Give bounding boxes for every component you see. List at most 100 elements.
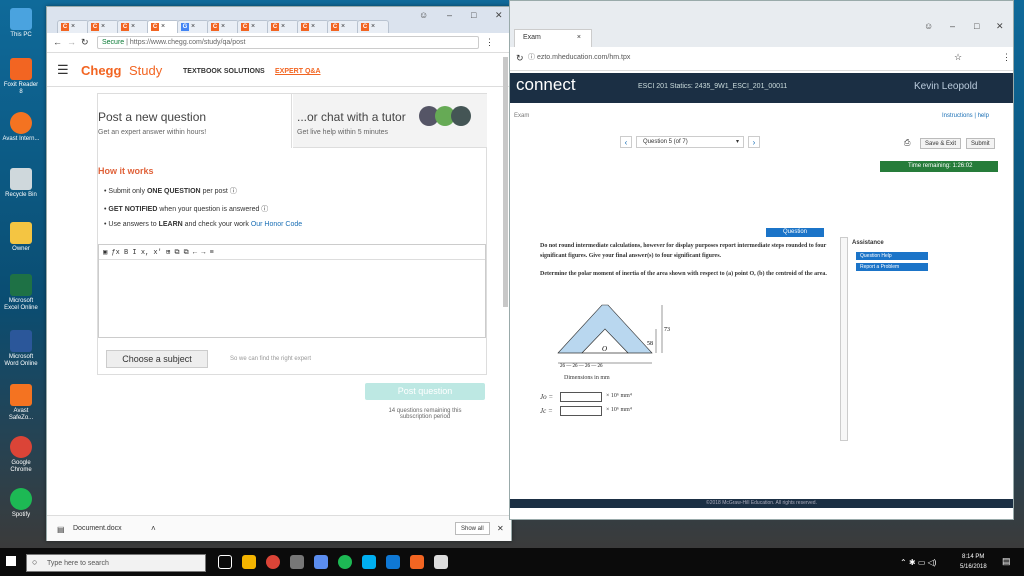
photos-icon[interactable] xyxy=(434,555,448,569)
browser-tab[interactable]: C × xyxy=(327,20,359,33)
post-subtitle: Get an expert answer within hours! xyxy=(98,129,207,136)
profile-icon[interactable]: ☺ xyxy=(924,21,933,31)
browser-tab[interactable]: C × xyxy=(207,20,239,33)
prev-question-button[interactable]: ‹ xyxy=(620,136,632,148)
skype-icon[interactable] xyxy=(362,555,376,569)
document-icon: ▤ xyxy=(57,525,65,534)
spotify-taskbar-icon[interactable] xyxy=(338,555,352,569)
assistance-title: Assistance xyxy=(852,240,884,246)
browser-tab[interactable]: C × xyxy=(237,20,269,33)
post-question-button[interactable]: Post question xyxy=(365,383,485,400)
chat-subtitle: Get live help within 5 minutes xyxy=(297,129,389,136)
user-name[interactable]: Kevin Leopold xyxy=(914,81,977,92)
notification-icon[interactable]: ▤ xyxy=(1002,556,1011,567)
chrome-taskbar-icon[interactable] xyxy=(266,555,280,569)
jo-input[interactable] xyxy=(560,392,602,402)
save-exit-button[interactable]: Save & Exit xyxy=(920,138,962,149)
print-icon[interactable]: ⎙ xyxy=(904,138,910,148)
show-all-button[interactable]: Show all xyxy=(455,522,490,535)
foxit-reader-icon[interactable]: Foxit Reader 8 xyxy=(2,58,40,96)
instructions-help-links[interactable]: Instructions | help xyxy=(942,113,989,119)
jc-label: Jc = xyxy=(540,407,553,415)
close-icon[interactable]: ✕ xyxy=(495,10,503,21)
maximize-icon[interactable]: □ xyxy=(471,10,476,20)
browser-tab[interactable]: C × xyxy=(117,20,149,33)
clock-time[interactable]: 8:14 PM xyxy=(962,554,984,560)
search-icon: ○ xyxy=(32,557,38,567)
foxit-taskbar-icon[interactable] xyxy=(410,555,424,569)
scrollbar[interactable] xyxy=(503,57,508,307)
post-question-tab[interactable]: Post a new question Get an expert answer… xyxy=(98,94,292,148)
chegg-header: ☰ Chegg Study TEXTBOOK SOLUTIONS EXPERT … xyxy=(47,53,511,87)
excel-icon[interactable]: Microsoft Excel Online xyxy=(2,274,40,312)
dim-73: 73 xyxy=(664,327,670,333)
scrollbar[interactable] xyxy=(840,237,848,441)
app-icon[interactable] xyxy=(314,555,328,569)
choose-subject-button[interactable]: Choose a subject xyxy=(106,350,208,368)
taskbar-search[interactable]: Type here to search xyxy=(26,554,206,572)
report-problem-button[interactable]: Report a Problem xyxy=(856,263,928,271)
owner-icon[interactable]: Owner xyxy=(2,222,40,253)
spotify-icon[interactable]: Spotify xyxy=(2,488,40,519)
forward-icon[interactable]: → xyxy=(67,37,76,47)
how-item-2: • GET NOTIFIED when your question is ans… xyxy=(104,206,269,213)
star-icon[interactable]: ☆ xyxy=(954,52,962,63)
system-tray-icons[interactable]: ⌃ ✱ ▭ ◁) xyxy=(900,558,936,567)
profile-icon[interactable]: ☺ xyxy=(419,10,428,20)
browser-tab-active[interactable]: C × xyxy=(147,20,179,33)
chrome-icon[interactable]: Google Chrome xyxy=(2,436,40,474)
copyright-footer: ©2018 McGraw-Hill Education. All rights … xyxy=(510,499,1013,508)
maximize-icon[interactable]: □ xyxy=(974,21,979,31)
hamburger-icon[interactable]: ☰ xyxy=(57,62,69,78)
file-explorer-icon[interactable] xyxy=(242,555,256,569)
nav-textbook-solutions[interactable]: TEXTBOOK SOLUTIONS xyxy=(183,68,265,75)
clock-date[interactable]: 5/16/2018 xyxy=(960,564,987,570)
browser-tab[interactable]: G × xyxy=(177,20,209,33)
next-question-button[interactable]: › xyxy=(748,136,760,148)
url-field[interactable]: ⓘ ezto.mheducation.com/hm.tpx xyxy=(528,52,958,65)
jc-input[interactable] xyxy=(560,406,602,416)
chevron-up-icon[interactable]: ˄ xyxy=(151,524,156,533)
browser-tab[interactable]: C × xyxy=(87,20,119,33)
url-text: https://www.chegg.com/study/qa/post xyxy=(129,39,246,46)
menu-icon[interactable]: ⋮ xyxy=(485,37,494,48)
avast-icon[interactable]: Avast Intern... xyxy=(2,112,40,143)
chat-tutor-tab[interactable]: ...or chat with a tutor Get live help wi… xyxy=(293,94,487,148)
recycle-bin-icon[interactable]: Recycle Bin xyxy=(2,168,40,199)
jo-unit: × 10⁶ mm⁴ xyxy=(606,393,632,399)
download-item[interactable]: Document.docx xyxy=(73,525,122,532)
browser-tab[interactable]: C × xyxy=(57,20,89,33)
question-panel: Post a new question Get an expert answer… xyxy=(97,93,487,375)
browser-tab[interactable]: C × xyxy=(267,20,299,33)
connect-logo: connect xyxy=(516,75,576,94)
reload-icon[interactable]: ↻ xyxy=(81,37,89,48)
question-select[interactable]: Question 5 (of 7) ▾ xyxy=(636,136,744,148)
editor-toolbar[interactable]: ▣ ƒx B I x, x' ⊞ ⧉ ⧉ ← → ≡ xyxy=(103,248,214,257)
nav-expert-qa[interactable]: EXPERT Q&A xyxy=(275,68,321,75)
word-icon[interactable]: Microsoft Word Online xyxy=(2,330,40,368)
chegg-logo[interactable]: Chegg xyxy=(81,63,121,78)
browser-tab[interactable]: C × xyxy=(357,20,389,33)
browser-tab-active[interactable]: Exam × xyxy=(514,29,592,47)
app-icon[interactable] xyxy=(290,555,304,569)
windows-start-icon[interactable] xyxy=(6,556,16,566)
menu-icon[interactable]: ⋮ xyxy=(1002,52,1011,63)
browser-tab[interactable]: C × xyxy=(297,20,329,33)
question-help-button[interactable]: Question Help xyxy=(856,252,928,260)
remaining-text: 14 questions remaining this subscription … xyxy=(388,408,462,420)
close-icon[interactable]: ✕ xyxy=(497,524,504,533)
back-icon[interactable]: ← xyxy=(53,37,62,47)
task-view-icon[interactable] xyxy=(218,555,232,569)
honor-code-link[interactable]: Our Honor Code xyxy=(251,221,302,228)
app-icon[interactable] xyxy=(386,555,400,569)
minimize-icon[interactable]: – xyxy=(950,21,955,31)
avast-safezone-icon[interactable]: Avast SafeZo... xyxy=(2,384,40,422)
study-logo[interactable]: Study xyxy=(129,63,162,78)
question-editor[interactable]: ▣ ƒx B I x, x' ⊞ ⧉ ⧉ ← → ≡ xyxy=(98,244,486,338)
this-pc-icon[interactable]: This PC xyxy=(2,8,40,39)
minimize-icon[interactable]: – xyxy=(447,10,452,20)
close-icon[interactable]: ✕ xyxy=(996,21,1004,32)
reload-icon[interactable]: ↻ xyxy=(516,53,524,64)
url-field[interactable]: Secure | https://www.chegg.com/study/qa/… xyxy=(97,36,479,49)
submit-button[interactable]: Submit xyxy=(966,138,995,149)
